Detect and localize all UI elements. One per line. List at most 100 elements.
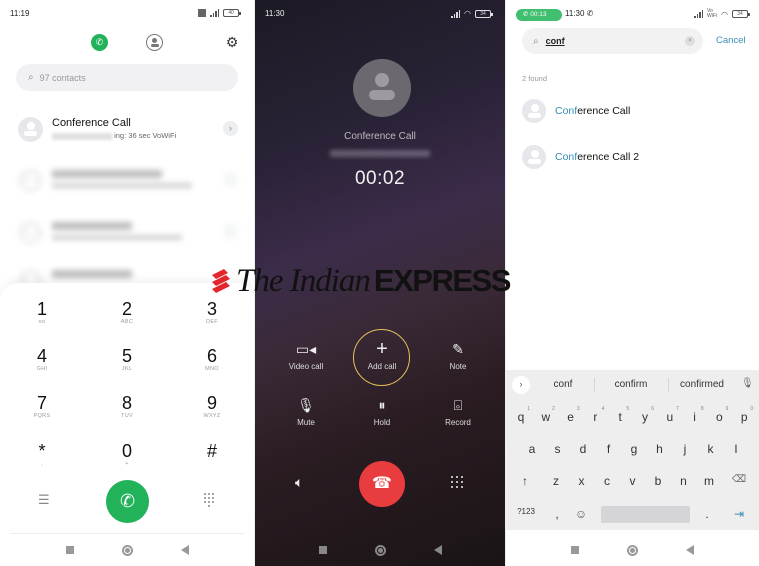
chevron-right-icon[interactable] [223, 172, 238, 187]
status-icons: ◠ 34 [451, 9, 493, 18]
suggestion-item[interactable]: confirmed [672, 379, 732, 390]
dialpad-key[interactable]: # [182, 441, 242, 461]
key-d[interactable]: d [572, 442, 594, 456]
key-n[interactable]: n [673, 474, 695, 488]
dialpad-toggle-icon[interactable] [204, 493, 216, 507]
dialpad-key[interactable]: 8 TUV [97, 393, 157, 419]
key-p[interactable]: p0 [733, 406, 755, 424]
key-y[interactable]: y6 [634, 406, 656, 424]
call-action-record[interactable]: ⌻ Record [423, 395, 493, 427]
microphone-icon[interactable]: 🎙︎ [741, 378, 754, 389]
signal-icon [210, 9, 219, 17]
key-a[interactable]: a [521, 442, 543, 456]
call-action-add-call[interactable]: + Add call [347, 339, 417, 371]
dialpad-key[interactable]: 9 WXYZ [182, 393, 242, 419]
key-m[interactable]: m [698, 474, 720, 488]
key-letters: , [41, 461, 43, 467]
space-key[interactable] [601, 506, 690, 523]
dialpad-key[interactable]: *, [12, 441, 72, 467]
dialpad-key[interactable]: 5 JKL [97, 346, 157, 372]
key-s[interactable]: s [547, 442, 569, 456]
dialpad-key[interactable]: 3 DEF [182, 299, 242, 325]
call-button[interactable]: ✆ [106, 480, 149, 523]
phone-tab-icon[interactable]: ✆ [91, 34, 108, 51]
home-nav-button[interactable] [627, 544, 638, 556]
key-z[interactable]: z [545, 474, 567, 488]
call-action-mute[interactable]: 🎙︎ Mute [271, 395, 341, 427]
home-nav-button[interactable] [374, 544, 386, 556]
key-b[interactable]: b [647, 474, 669, 488]
search-result-item[interactable]: Conference Call 2 [522, 145, 742, 171]
key-k[interactable]: k [700, 442, 722, 456]
home-nav-button[interactable] [122, 544, 133, 556]
back-nav-button[interactable] [433, 545, 442, 555]
suggestion-item[interactable]: confirm [606, 379, 656, 390]
ongoing-call-pill[interactable]: ✆ 00:13 [516, 9, 562, 21]
shift-key[interactable]: ↑ [514, 474, 536, 488]
key-h[interactable]: h [649, 442, 671, 456]
key-q[interactable]: q1 [510, 406, 532, 424]
battery-icon: 34 [474, 9, 493, 18]
avatar [18, 220, 43, 245]
key-x[interactable]: x [571, 474, 593, 488]
keypad-icon[interactable] [451, 476, 465, 490]
gear-icon[interactable]: ⚙ [224, 34, 240, 50]
status-time: 11:30 [265, 9, 285, 18]
clear-search-icon[interactable]: × [685, 36, 695, 46]
dialpad-key[interactable]: 2 ABC [97, 299, 157, 325]
caller-name: Conference Call [344, 131, 416, 142]
recents-nav-button[interactable] [318, 546, 327, 554]
menu-icon[interactable]: ☰ [38, 492, 50, 508]
symbols-key[interactable]: ?123 [512, 507, 540, 516]
dialpad-key[interactable]: 6 MNO [182, 346, 242, 372]
search-icon: ⌕ [28, 72, 34, 83]
mute-mic-icon: 🎙︎ [297, 397, 315, 413]
key-g[interactable]: g [623, 442, 645, 456]
key-j[interactable]: j [674, 442, 696, 456]
key-v[interactable]: v [622, 474, 644, 488]
recent-call-item[interactable]: Conference Call ing: 36 sec VoWiFi › [18, 117, 240, 147]
dialpad-key[interactable]: 7 PQRS [12, 393, 72, 419]
back-nav-button[interactable] [181, 545, 189, 555]
speaker-icon[interactable]: 🔈︎ [295, 474, 303, 491]
chevron-right-icon[interactable] [223, 224, 238, 239]
key-c[interactable]: c [596, 474, 618, 488]
key-e[interactable]: e3 [560, 406, 582, 424]
contacts-search-input[interactable]: ⌕ 97 contacts [16, 64, 238, 91]
recent-call-item-blurred[interactable] [18, 220, 240, 250]
key-r[interactable]: r4 [584, 406, 606, 424]
dialpad-key[interactable]: 1 ᴏᴏ [12, 299, 72, 325]
comma-key[interactable]: , [546, 507, 568, 521]
next-action-key[interactable]: ⇥ [728, 507, 750, 521]
expand-toolbar-icon[interactable]: › [512, 376, 530, 394]
emoji-key[interactable]: ☺ [570, 507, 592, 521]
key-u[interactable]: u7 [659, 406, 681, 424]
backspace-key[interactable]: ⌫ [728, 474, 750, 485]
back-nav-button[interactable] [686, 545, 694, 555]
key-t[interactable]: t5 [609, 406, 631, 424]
results-count: 2 found [522, 74, 548, 83]
contact-search-input[interactable]: ⌕ conf × [522, 28, 703, 54]
key-w[interactable]: w2 [535, 406, 557, 424]
key-i[interactable]: i8 [684, 406, 706, 424]
key-f[interactable]: f [598, 442, 620, 456]
key-l[interactable]: l [725, 442, 747, 456]
chevron-right-icon[interactable]: › [223, 121, 238, 136]
period-key[interactable]: . [696, 507, 718, 521]
recent-call-item-blurred[interactable] [18, 168, 240, 198]
dialpad-key[interactable]: 4 GHI [12, 346, 72, 372]
caller-avatar [353, 59, 411, 117]
dialpad-key[interactable]: 0 + [97, 441, 157, 467]
contacts-tab-icon[interactable] [146, 34, 163, 51]
key-letters: WXYZ [203, 413, 221, 419]
search-result-item[interactable]: Conference Call [522, 99, 742, 125]
recents-nav-button[interactable] [571, 546, 579, 554]
call-action-hold[interactable]: ⏸︎ Hold [347, 395, 417, 427]
end-call-button[interactable]: ☎︎ [359, 461, 405, 507]
call-action-note[interactable]: ✎ Note [423, 339, 493, 371]
suggestion-item[interactable]: conf [546, 379, 580, 390]
call-action-video-call[interactable]: ▭◂ Video call [271, 339, 341, 371]
key-o[interactable]: o9 [708, 406, 730, 424]
cancel-button[interactable]: Cancel [716, 35, 746, 46]
recents-nav-button[interactable] [66, 546, 74, 554]
